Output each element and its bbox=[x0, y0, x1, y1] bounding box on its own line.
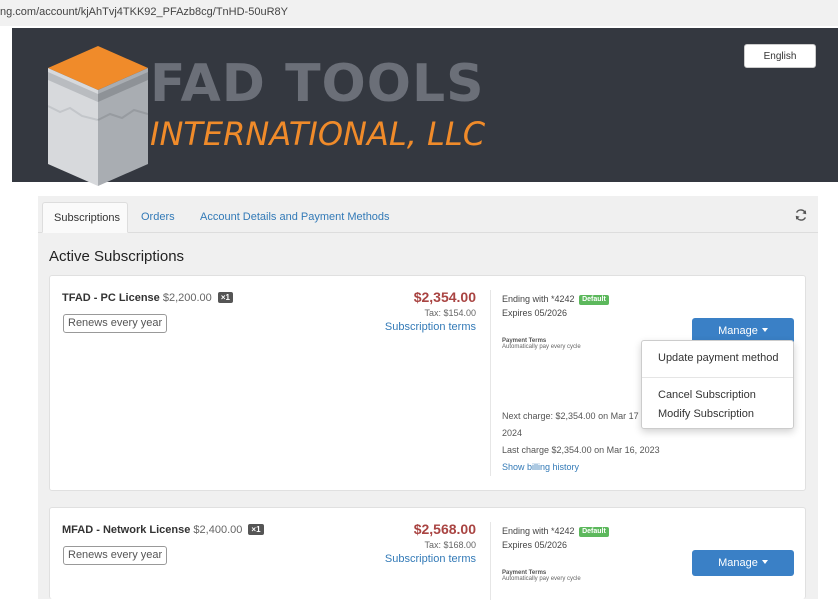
quantity-badge: ×1 bbox=[217, 292, 233, 303]
tab-orders[interactable]: Orders bbox=[141, 202, 175, 233]
product-name: TFAD - PC License bbox=[62, 292, 160, 304]
renewal-badge: Renews every year bbox=[63, 314, 168, 333]
menu-item-cancel-subscription[interactable]: Cancel Subscription bbox=[658, 389, 756, 401]
site-header: FAD TOOLS INTERNATIONAL, LLC English bbox=[12, 28, 838, 186]
refresh-icon[interactable] bbox=[794, 208, 808, 227]
payment-terms-value: Automatically pay every cycle bbox=[502, 344, 581, 350]
manage-dropdown-menu: Update payment method Cancel Subscriptio… bbox=[641, 340, 794, 429]
subscription-card: MFAD - Network License $2,400.00 ×1 Rene… bbox=[49, 507, 806, 600]
column-divider bbox=[490, 290, 491, 476]
menu-divider bbox=[642, 377, 793, 378]
section-title: Active Subscriptions bbox=[49, 248, 185, 265]
price-summary: $2,568.00 Tax: $168.00 Subscription term… bbox=[385, 520, 476, 566]
renewal-badge: Renews every year bbox=[63, 546, 168, 565]
card-expiry: Expires 05/2026 bbox=[502, 308, 568, 318]
total-price: $2,354.00 bbox=[413, 289, 476, 305]
tab-bar: Subscriptions Orders Account Details and… bbox=[38, 196, 818, 233]
last-charge: Last charge $2,354.00 on Mar 16, 2023 bbox=[502, 445, 660, 455]
logo-subtitle: INTERNATIONAL, LLC bbox=[150, 115, 486, 153]
caret-down-icon bbox=[761, 328, 768, 332]
card-expiry: Expires 05/2026 bbox=[502, 540, 568, 550]
payment-terms-value: Automatically pay every cycle bbox=[502, 576, 581, 582]
subscription-terms-link[interactable]: Subscription terms bbox=[385, 320, 476, 334]
menu-item-modify-subscription[interactable]: Modify Subscription bbox=[658, 408, 754, 420]
base-price: $2,400.00 bbox=[193, 524, 243, 536]
column-divider bbox=[490, 522, 491, 600]
payment-info: Ending with *4242 Default Expires 05/202… bbox=[502, 292, 609, 350]
total-price: $2,568.00 bbox=[413, 521, 476, 537]
manage-button[interactable]: Manage bbox=[692, 550, 794, 576]
payment-info: Ending with *4242 Default Expires 05/202… bbox=[502, 524, 609, 582]
manage-label: Manage bbox=[718, 557, 758, 569]
address-bar[interactable]: ng.com/account/kjAhTvj4TKK92_PFAzb8cg/Tn… bbox=[0, 0, 838, 26]
subscription-terms-link[interactable]: Subscription terms bbox=[385, 552, 476, 566]
product-name: MFAD - Network License bbox=[62, 524, 191, 536]
url-text: ng.com/account/kjAhTvj4TKK92_PFAzb8cg/Tn… bbox=[0, 6, 288, 18]
billing-history-link[interactable]: Show billing history bbox=[502, 459, 692, 476]
base-price: $2,200.00 bbox=[162, 292, 212, 304]
tax-amount: Tax: $154.00 bbox=[424, 308, 476, 318]
caret-down-icon bbox=[761, 560, 768, 564]
manage-label: Manage bbox=[718, 325, 758, 337]
tab-account-details[interactable]: Account Details and Payment Methods bbox=[200, 202, 390, 233]
product-line: TFAD - PC License $2,200.00 ×1 bbox=[62, 292, 233, 304]
product-line: MFAD - Network License $2,400.00 ×1 bbox=[62, 524, 264, 536]
quantity-badge: ×1 bbox=[248, 524, 264, 535]
default-badge: Default bbox=[579, 295, 609, 305]
logo-wordmark: FAD TOOLS bbox=[150, 54, 485, 114]
menu-item-update-payment[interactable]: Update payment method bbox=[658, 352, 778, 364]
card-ending: Ending with *4242 bbox=[502, 294, 575, 304]
tab-subscriptions[interactable]: Subscriptions bbox=[42, 202, 128, 233]
cube-logo-icon bbox=[47, 46, 149, 191]
tax-amount: Tax: $168.00 bbox=[424, 540, 476, 550]
price-summary: $2,354.00 Tax: $154.00 Subscription term… bbox=[385, 288, 476, 334]
language-button[interactable]: English bbox=[744, 44, 816, 68]
card-ending: Ending with *4242 bbox=[502, 526, 575, 536]
default-badge: Default bbox=[579, 527, 609, 537]
